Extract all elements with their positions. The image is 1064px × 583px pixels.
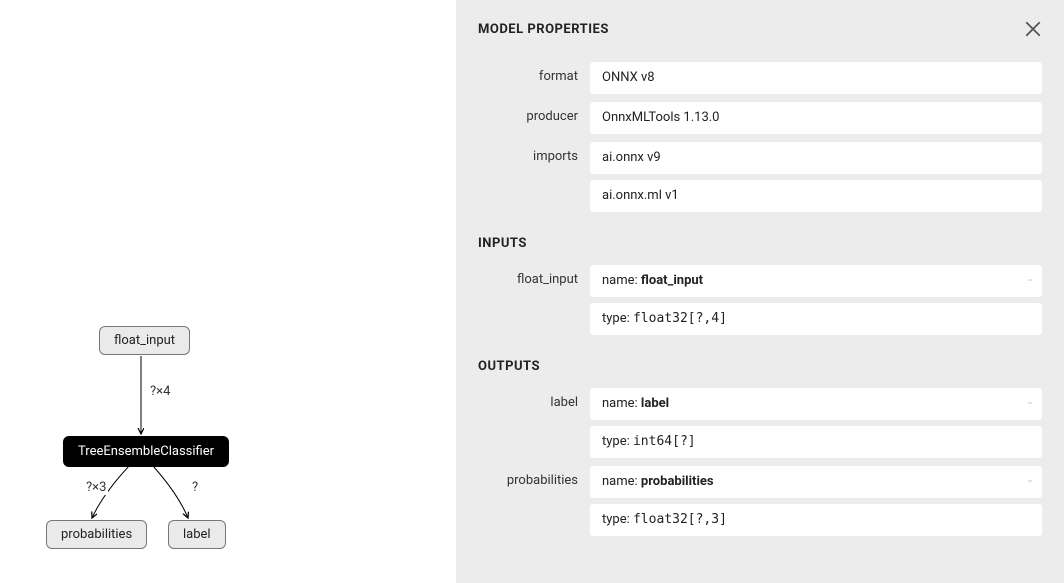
- graph-node-label-label: label: [183, 527, 211, 542]
- graph-node-label[interactable]: label: [168, 520, 226, 549]
- meta-row-format: format ONNX v8: [478, 62, 1042, 94]
- graph-node-probabilities[interactable]: probabilities: [46, 520, 147, 549]
- output-type-label[interactable]: type: int64[?]: [590, 426, 1042, 458]
- properties-panel[interactable]: MODEL PROPERTIES format ONNX v8 producer…: [456, 0, 1064, 583]
- collapse-dash-icon[interactable]: -: [1028, 272, 1032, 290]
- graph-edge-label-op-label: ?: [190, 480, 200, 495]
- graph-node-probabilities-label: probabilities: [61, 527, 132, 542]
- name-prefix: name:: [602, 273, 641, 288]
- output-type-probabilities[interactable]: type: float32[?,3]: [590, 504, 1042, 536]
- type-prefix: type:: [602, 434, 633, 449]
- output-row-label: label name: label - type: int64[?]: [478, 388, 1042, 458]
- graph-node-input[interactable]: float_input: [99, 326, 190, 355]
- graph-pane[interactable]: float_input ?×4 TreeEnsembleClassifier ?…: [0, 0, 456, 583]
- output-row-probabilities: probabilities name: probabilities - type…: [478, 466, 1042, 536]
- name-value: probabilities: [641, 474, 714, 489]
- meta-row-producer: producer OnnxMLTools 1.13.0: [478, 102, 1042, 134]
- input-type-float-input[interactable]: type: float32[?,4]: [590, 303, 1042, 335]
- collapse-dash-icon[interactable]: -: [1028, 473, 1032, 491]
- type-value: float32[?,4]: [633, 311, 727, 326]
- type-prefix: type:: [602, 311, 633, 326]
- graph-edge-label-op-prob: ?×3: [84, 480, 108, 495]
- graph-edges-svg: [0, 0, 456, 583]
- input-name-float-input[interactable]: name: float_input -: [590, 265, 1042, 297]
- output-name-label[interactable]: name: label -: [590, 388, 1042, 420]
- meta-row-imports: imports ai.onnx v9 ai.onnx.ml v1: [478, 142, 1042, 212]
- graph-node-input-label: float_input: [114, 333, 175, 348]
- type-value: float32[?,3]: [633, 512, 727, 527]
- output-name-probabilities[interactable]: name: probabilities -: [590, 466, 1042, 498]
- name-value: float_input: [641, 273, 703, 288]
- meta-value-imports-0[interactable]: ai.onnx v9: [590, 142, 1042, 174]
- graph-edge-label-input-op: ?×4: [148, 384, 172, 399]
- name-value: label: [641, 396, 669, 411]
- panel-title: MODEL PROPERTIES: [478, 22, 609, 37]
- meta-label-producer: producer: [478, 102, 590, 124]
- meta-value-format[interactable]: ONNX v8: [590, 62, 1042, 94]
- name-prefix: name:: [602, 396, 641, 411]
- input-row-float-input: float_input name: float_input - type: fl…: [478, 265, 1042, 335]
- graph-node-op[interactable]: TreeEnsembleClassifier: [63, 436, 229, 467]
- name-prefix: name:: [602, 474, 641, 489]
- meta-label-imports: imports: [478, 142, 590, 164]
- graph-node-op-label: TreeEnsembleClassifier: [78, 444, 214, 459]
- section-label-inputs: INPUTS: [478, 236, 1042, 251]
- meta-value-producer[interactable]: OnnxMLTools 1.13.0: [590, 102, 1042, 134]
- panel-header: MODEL PROPERTIES: [478, 20, 1042, 38]
- meta-value-imports-1[interactable]: ai.onnx.ml v1: [590, 180, 1042, 212]
- collapse-dash-icon[interactable]: -: [1028, 395, 1032, 413]
- output-label-label: label: [478, 388, 590, 410]
- input-label-float-input: float_input: [478, 265, 590, 287]
- meta-label-format: format: [478, 62, 590, 84]
- type-value: int64[?]: [633, 434, 696, 449]
- close-icon[interactable]: [1024, 20, 1042, 38]
- section-label-outputs: OUTPUTS: [478, 359, 1042, 374]
- output-label-probabilities: probabilities: [478, 466, 590, 488]
- type-prefix: type:: [602, 512, 633, 527]
